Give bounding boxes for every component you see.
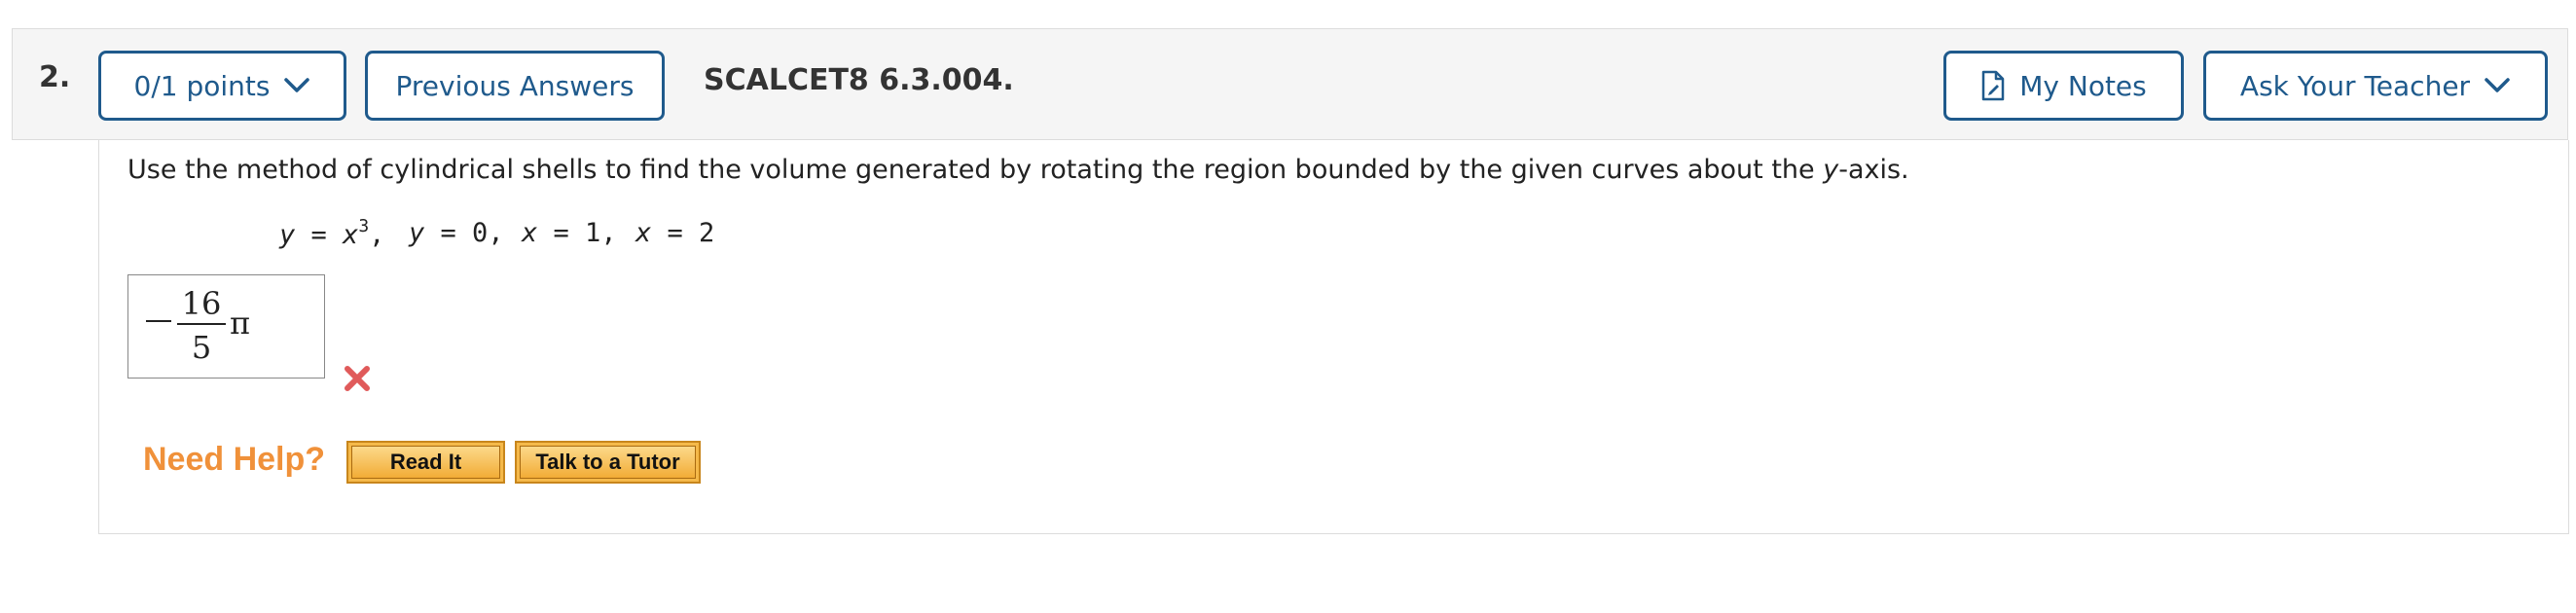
talk-to-tutor-button[interactable]: Talk to a Tutor <box>515 441 701 484</box>
my-notes-button[interactable]: My Notes <box>1943 51 2184 121</box>
equation-1: y = x3, <box>279 216 385 250</box>
my-notes-label: My Notes <box>2019 69 2147 102</box>
question-prompt: Use the method of cylindrical shells to … <box>127 155 1909 185</box>
question-number: 2. <box>39 60 71 94</box>
read-it-label: Read It <box>351 446 500 479</box>
answer-pi: π <box>230 305 251 342</box>
need-help-label: Need Help? <box>143 441 326 478</box>
answer-field[interactable]: 16 5 π <box>127 274 325 379</box>
ask-teacher-button[interactable]: Ask Your Teacher <box>2203 51 2548 121</box>
answer-denominator: 5 <box>191 329 212 366</box>
previous-answers-button[interactable]: Previous Answers <box>365 51 665 121</box>
prompt-text-end: -axis. <box>1838 155 1909 185</box>
answer-numerator: 16 <box>181 285 222 322</box>
equation-2: y = 0, <box>409 218 504 248</box>
points-label: 0/1 points <box>133 69 271 102</box>
talk-to-tutor-label: Talk to a Tutor <box>520 446 696 479</box>
question-code: SCALCET8 6.3.004. <box>704 63 1014 97</box>
points-dropdown-button[interactable]: 0/1 points <box>98 51 346 121</box>
chevron-down-icon <box>283 77 310 94</box>
read-it-button[interactable]: Read It <box>346 441 505 484</box>
fraction-bar <box>177 323 226 325</box>
prompt-text: Use the method of cylindrical shells to … <box>127 155 1824 185</box>
equation-4: x = 2 <box>635 218 715 248</box>
notes-icon <box>1980 70 2006 101</box>
x-mark-icon <box>341 362 374 395</box>
chevron-down-icon <box>2484 77 2511 94</box>
prompt-axis: y <box>1823 155 1839 185</box>
equation-3: x = 1, <box>522 218 617 248</box>
ask-teacher-label: Ask Your Teacher <box>2239 69 2471 102</box>
minus-sign <box>146 320 171 322</box>
previous-answers-label: Previous Answers <box>395 69 635 102</box>
